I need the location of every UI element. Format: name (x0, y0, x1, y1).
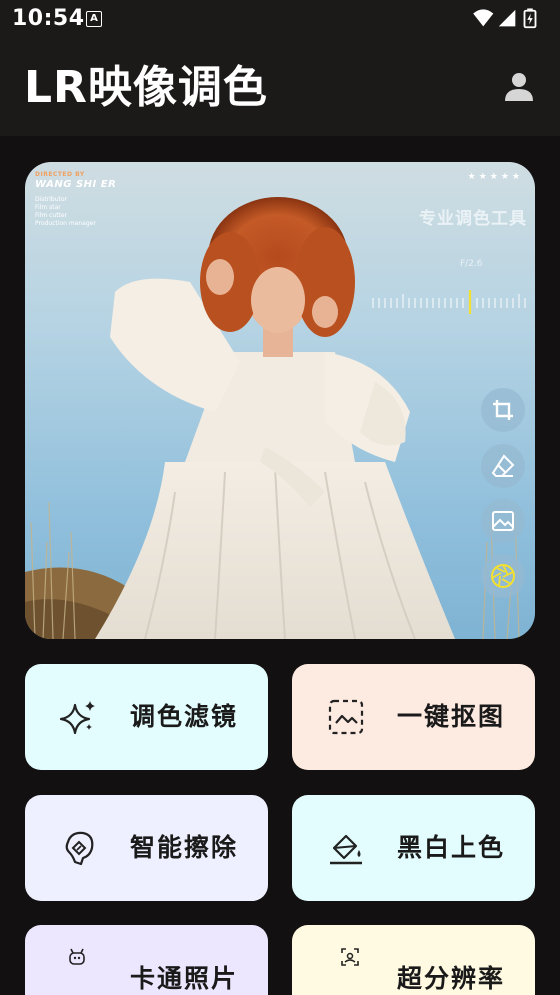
notification-app-icon: A (86, 11, 102, 27)
eraser-icon (491, 454, 515, 477)
magic-erase-icon (59, 828, 99, 868)
person-icon[interactable] (502, 70, 536, 104)
aperture-ruler (372, 290, 526, 314)
credit-list: Distributor Film star Film cutter Produc… (35, 196, 96, 228)
cutout-frame-icon (326, 697, 366, 737)
credit-line: Distributor (35, 196, 68, 203)
aperture-button[interactable] (481, 554, 525, 598)
feature-card-cartoon[interactable]: 卡通照片 (25, 925, 268, 995)
hero-photo (25, 162, 535, 639)
battery-charging-icon (523, 8, 537, 29)
rating-stars: ★★★★★ (467, 172, 523, 182)
scan-enhance-icon (338, 945, 362, 969)
status-time: 10:54 (12, 6, 85, 31)
feature-card-erase[interactable]: 智能擦除 (25, 795, 268, 901)
feature-card-colorize[interactable]: 黑白上色 (292, 795, 535, 901)
feature-card-filter[interactable]: 调色滤镜 (25, 664, 268, 770)
feature-card-super-resolution[interactable]: 超分辨率 (292, 925, 535, 995)
credit-line: Production manager (35, 220, 96, 227)
hero-tagline: 专业调色工具 (419, 209, 527, 229)
feature-label: 卡通照片 (130, 964, 239, 993)
image-button[interactable] (481, 499, 525, 543)
aperture-readout: F/2.6 (460, 259, 483, 269)
feature-label: 智能擦除 (130, 833, 239, 862)
aperture-icon (491, 564, 515, 588)
status-bar: 10:54 A (0, 0, 560, 40)
feature-label: 一键抠图 (397, 702, 506, 731)
status-icons (473, 8, 537, 29)
feature-card-cutout[interactable]: 一键抠图 (292, 664, 535, 770)
sparkle-icon (59, 697, 99, 737)
hero-banner: DIRECTED BY WANG SHI ER Distributor Film… (25, 162, 535, 639)
cellular-signal-icon (498, 9, 516, 27)
credit-line: Film star (35, 204, 61, 211)
paint-bucket-icon (326, 828, 366, 868)
crop-icon (493, 400, 513, 420)
app-bar: LR映像调色 (0, 40, 560, 136)
feature-label: 调色滤镜 (130, 702, 239, 731)
eraser-button[interactable] (481, 444, 525, 488)
credit-line: Film cutter (35, 212, 68, 219)
credit-name: WANG SHI ER (35, 179, 117, 190)
feature-label: 黑白上色 (397, 833, 506, 862)
crop-button[interactable] (481, 388, 525, 432)
app-title: LR映像调色 (24, 62, 268, 113)
wifi-icon (473, 9, 494, 27)
feature-label: 超分辨率 (397, 964, 506, 993)
image-icon (492, 511, 514, 531)
credit-heading: DIRECTED BY (35, 171, 85, 178)
cartoon-face-icon (65, 945, 89, 969)
